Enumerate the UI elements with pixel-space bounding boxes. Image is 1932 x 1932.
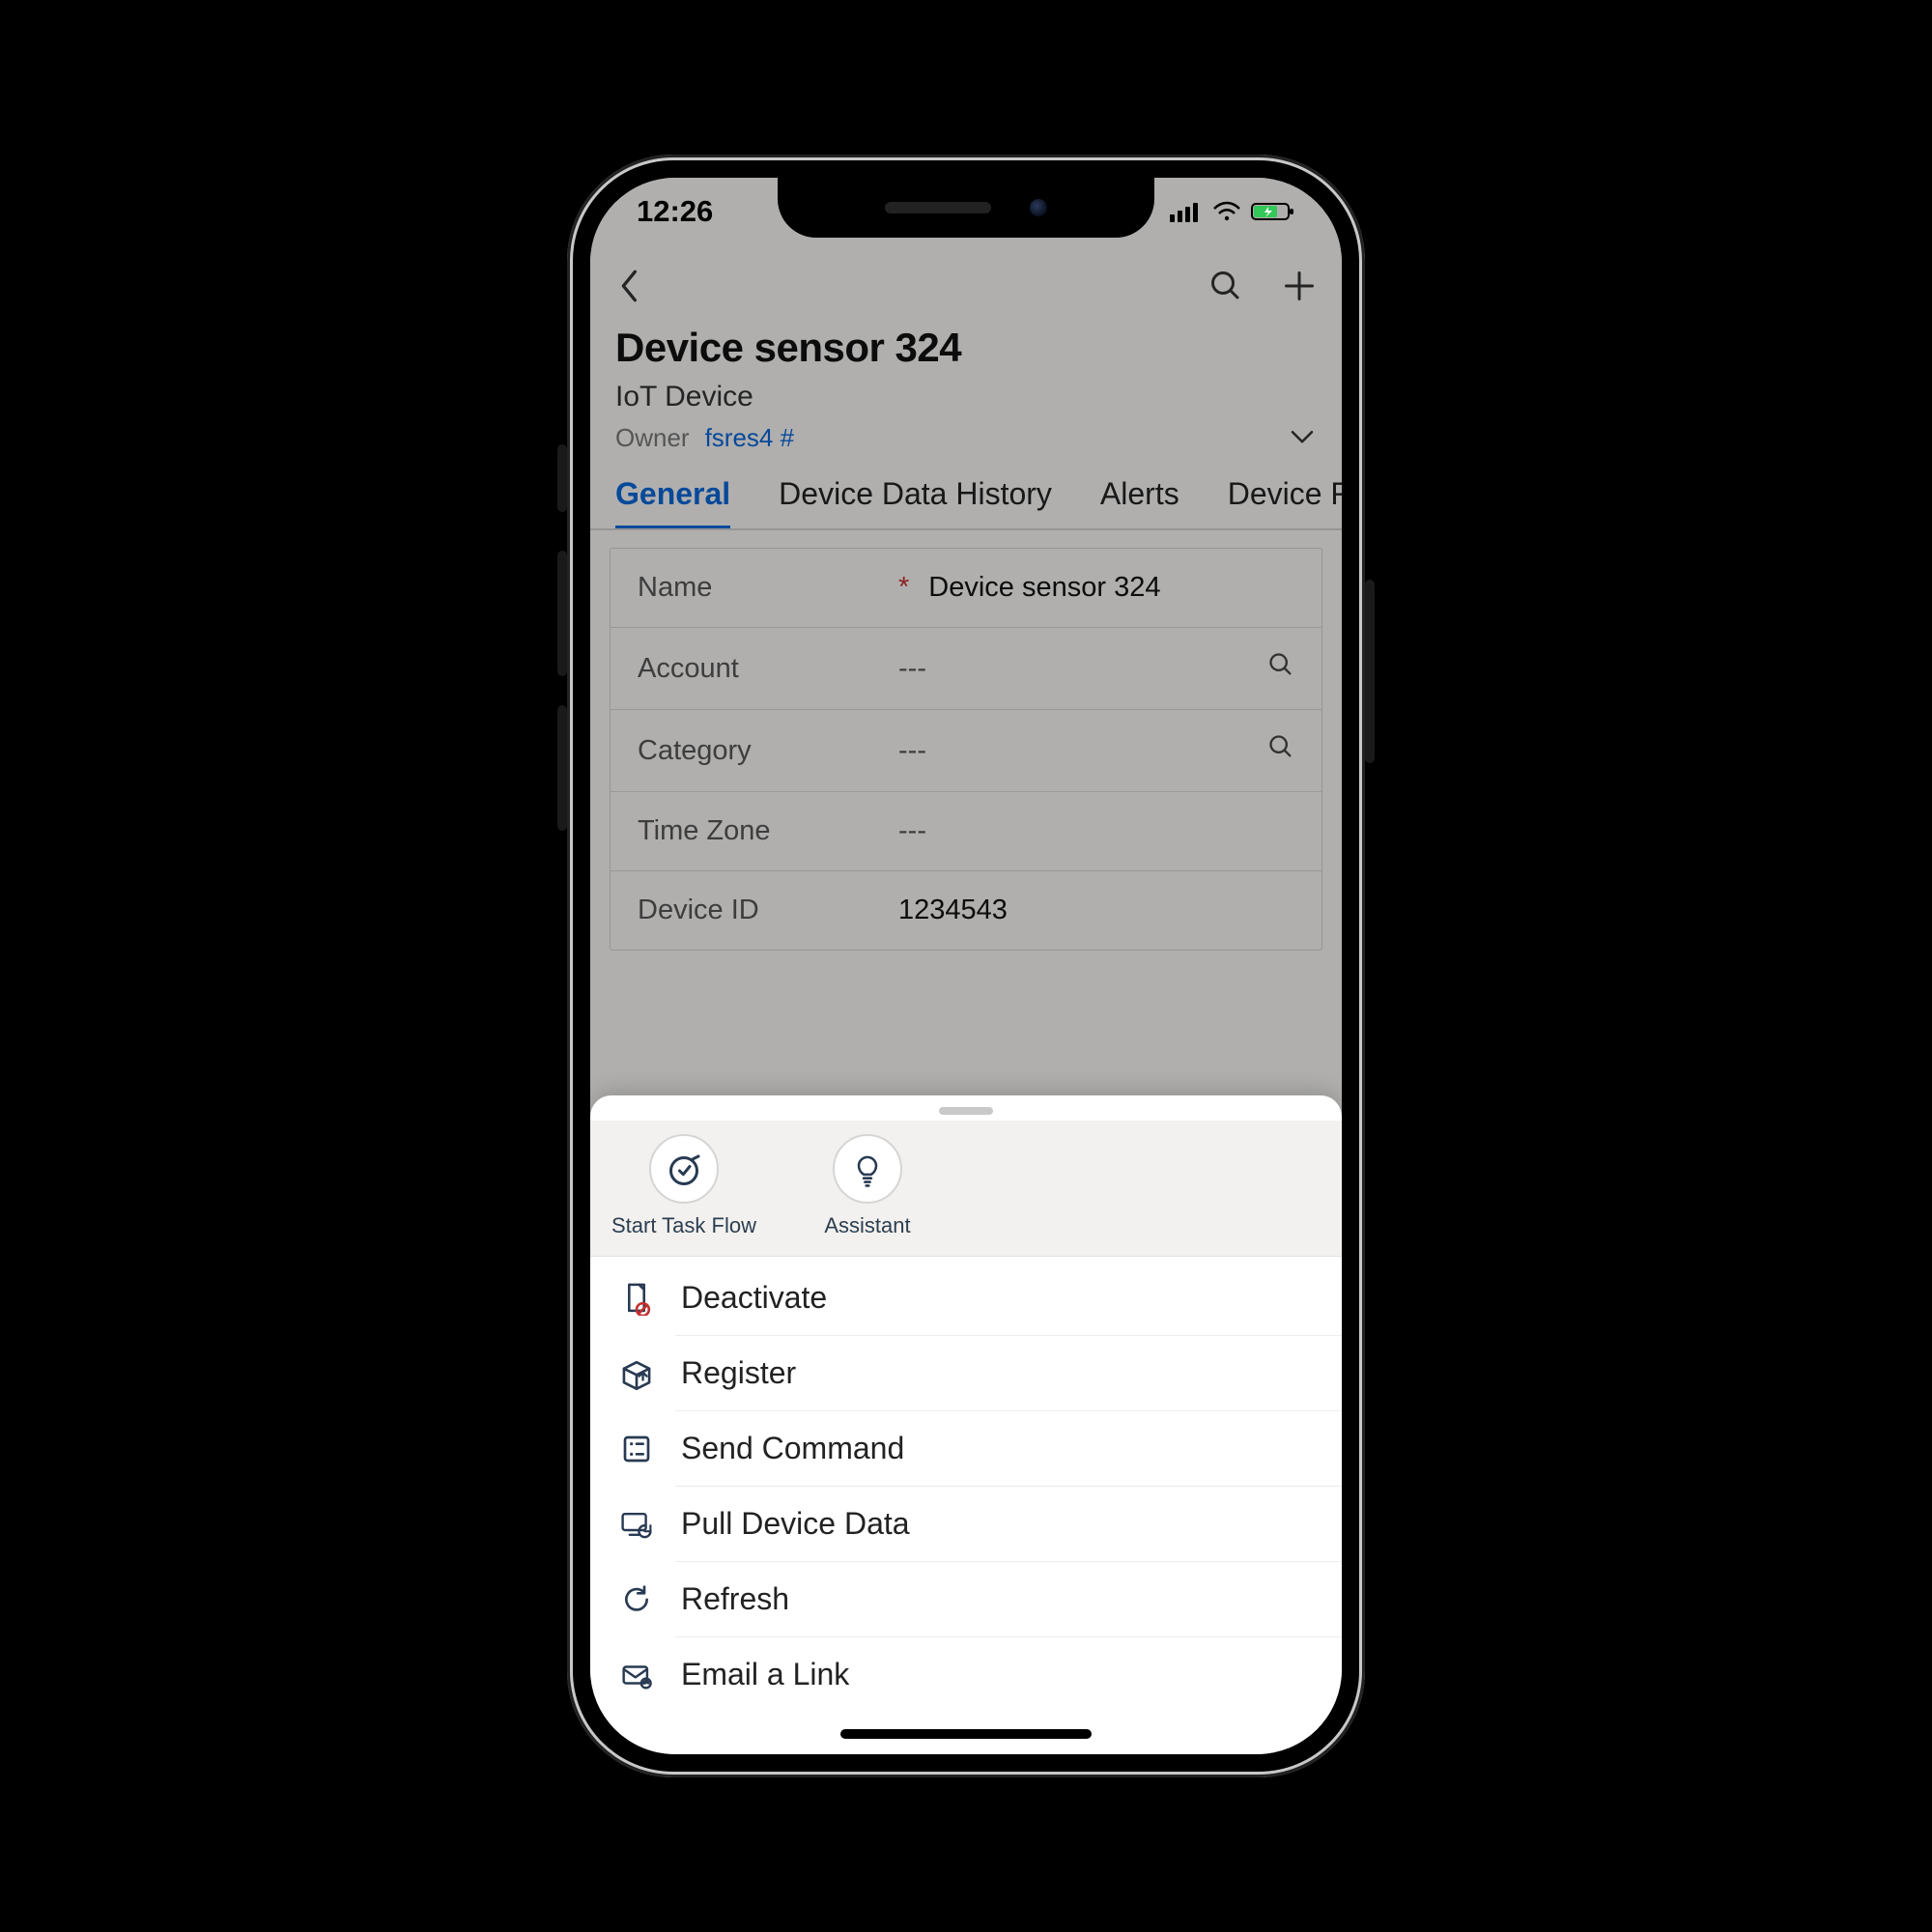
field-label: Time Zone xyxy=(638,815,898,847)
task-flow-icon xyxy=(667,1153,701,1194)
tab-device-r[interactable]: Device R xyxy=(1228,476,1342,528)
field-name[interactable]: Name * Device sensor 324 xyxy=(611,549,1321,628)
shortcut-label: Start Task Flow xyxy=(611,1213,756,1238)
field-value: 1234543 xyxy=(898,895,1294,926)
action-email-a-link[interactable]: Email a Link xyxy=(590,1637,1342,1712)
email-link-icon xyxy=(619,1658,654,1692)
tabs: General Device Data History Alerts Devic… xyxy=(590,467,1342,530)
required-marker: * xyxy=(898,572,909,604)
deactivate-icon xyxy=(619,1281,654,1316)
front-camera xyxy=(1030,199,1047,216)
action-pull-device-data[interactable]: Pull Device Data xyxy=(590,1487,1342,1561)
shortcut-start-task-flow[interactable]: Start Task Flow xyxy=(611,1134,756,1238)
shortcut-assistant[interactable]: Assistant xyxy=(795,1134,940,1238)
action-sheet: Start Task Flow Ass xyxy=(590,1095,1342,1754)
notch xyxy=(778,178,1154,238)
field-value: Device sensor 324 xyxy=(928,572,1294,604)
field-account[interactable]: Account --- xyxy=(611,628,1321,710)
wifi-icon xyxy=(1212,201,1241,222)
power-button xyxy=(1365,580,1375,763)
battery-charging-icon xyxy=(1251,201,1295,222)
action-label: Register xyxy=(681,1355,796,1391)
tab-device-data-history[interactable]: Device Data History xyxy=(779,476,1052,528)
clock: 12:26 xyxy=(637,194,713,229)
field-label: Account xyxy=(638,653,898,685)
lookup-icon[interactable] xyxy=(1267,651,1294,686)
fields-card: Name * Device sensor 324 Account --- Cat… xyxy=(610,548,1322,951)
back-button[interactable] xyxy=(615,267,644,310)
tab-general[interactable]: General xyxy=(615,476,730,530)
field-label: Device ID xyxy=(638,895,898,926)
field-label: Category xyxy=(638,735,898,767)
owner-label: Owner xyxy=(615,423,690,453)
shortcut-label: Assistant xyxy=(824,1213,910,1238)
register-icon xyxy=(619,1356,654,1391)
mute-switch xyxy=(557,444,567,512)
speaker xyxy=(885,202,991,213)
action-label: Email a Link xyxy=(681,1657,849,1692)
field-value: --- xyxy=(898,653,1267,685)
expand-header-button[interactable] xyxy=(1288,426,1317,450)
action-deactivate[interactable]: Deactivate xyxy=(590,1261,1342,1335)
home-indicator[interactable] xyxy=(840,1729,1092,1739)
sheet-grab-handle[interactable] xyxy=(939,1107,993,1115)
cellular-icon xyxy=(1170,201,1203,222)
field-device-id[interactable]: Device ID 1234543 xyxy=(611,871,1321,950)
pull-data-icon xyxy=(619,1507,654,1542)
page-title: Device sensor 324 xyxy=(615,325,1317,371)
action-label: Send Command xyxy=(681,1431,904,1466)
phone-frame: 12:26 xyxy=(567,155,1365,1777)
lightbulb-icon xyxy=(852,1153,883,1194)
field-value: --- xyxy=(898,735,1267,767)
search-button[interactable] xyxy=(1208,269,1243,308)
action-register[interactable]: Register xyxy=(590,1336,1342,1410)
field-value: --- xyxy=(898,815,1294,847)
volume-down-button xyxy=(557,705,567,831)
action-label: Refresh xyxy=(681,1581,789,1617)
record-type: IoT Device xyxy=(615,381,1317,413)
action-send-command[interactable]: Send Command xyxy=(590,1411,1342,1486)
field-category[interactable]: Category --- xyxy=(611,710,1321,792)
field-label: Name xyxy=(638,572,898,604)
add-button[interactable] xyxy=(1282,269,1317,308)
tab-alerts[interactable]: Alerts xyxy=(1100,476,1179,528)
action-refresh[interactable]: Refresh xyxy=(590,1562,1342,1636)
refresh-icon xyxy=(619,1582,654,1617)
owner-link[interactable]: fsres4 # xyxy=(705,423,795,453)
send-command-icon xyxy=(619,1432,654,1466)
action-label: Deactivate xyxy=(681,1280,827,1316)
field-timezone[interactable]: Time Zone --- xyxy=(611,792,1321,871)
action-label: Pull Device Data xyxy=(681,1506,910,1542)
lookup-icon[interactable] xyxy=(1267,733,1294,768)
volume-up-button xyxy=(557,551,567,676)
